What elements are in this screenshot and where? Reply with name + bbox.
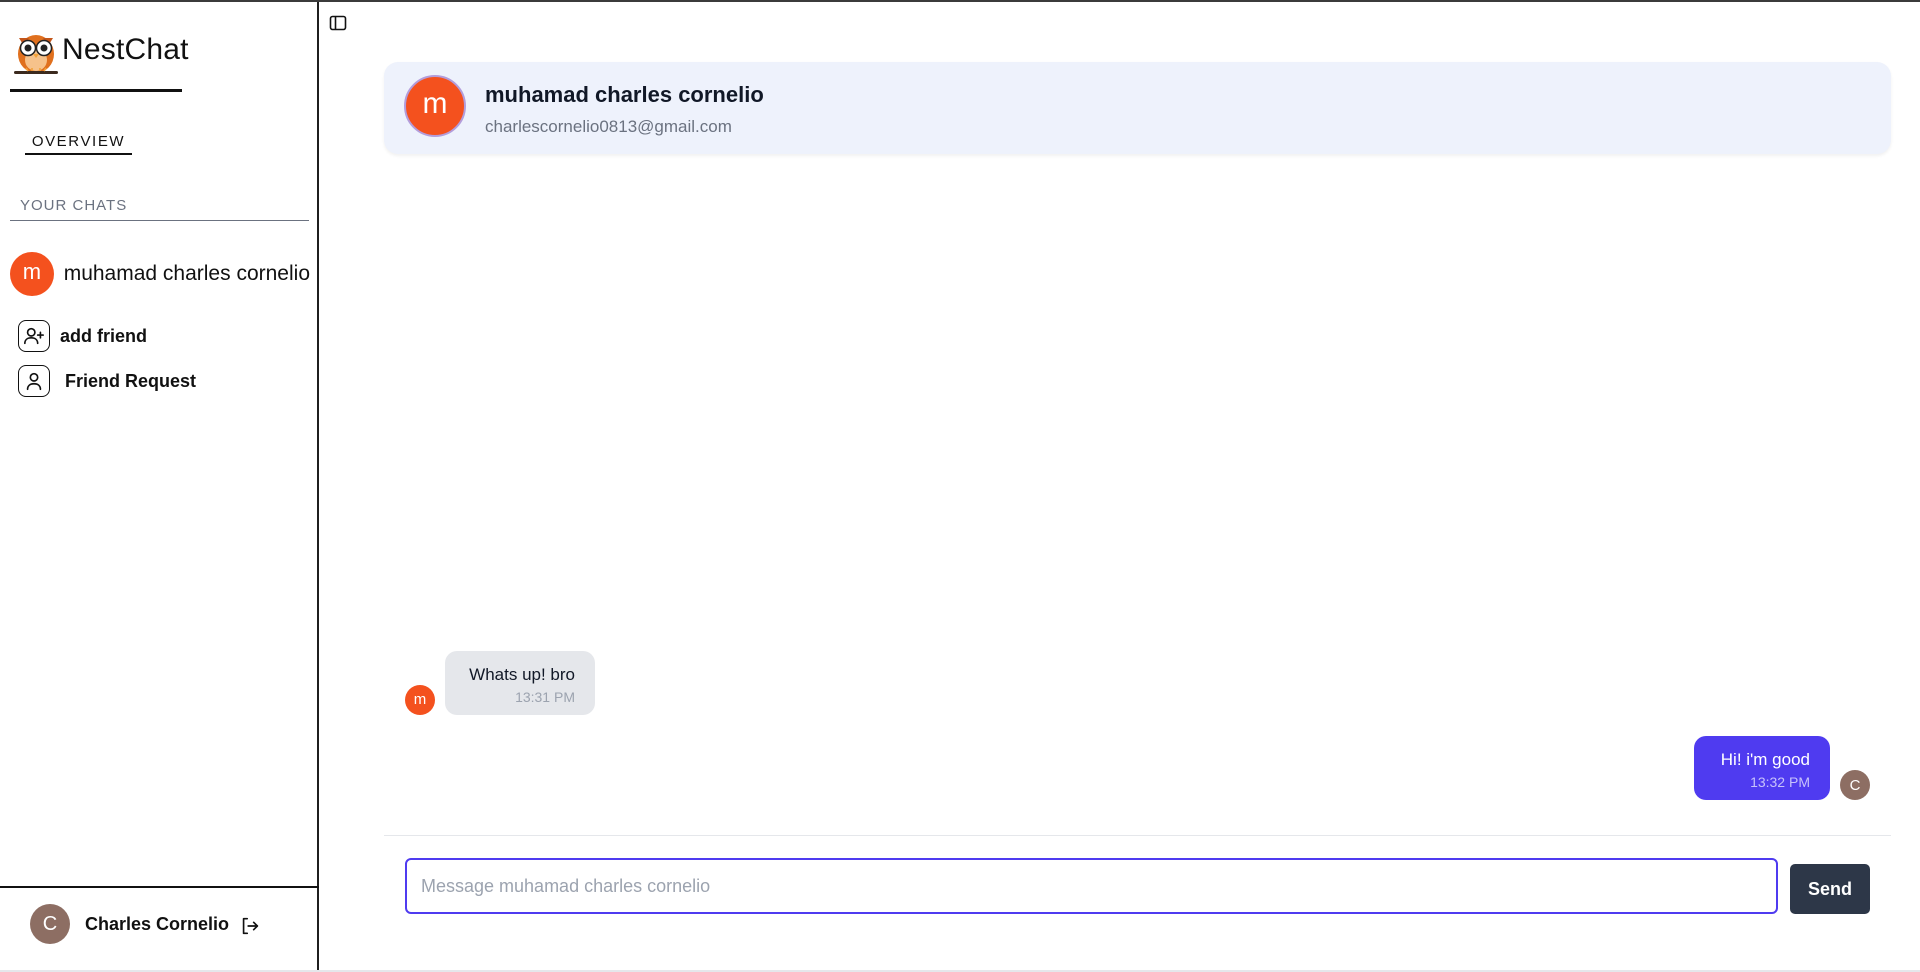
- current-user-name: Charles Cornelio: [85, 913, 230, 934]
- message-incoming: m Whats up! bro 13:31 PM: [405, 651, 595, 715]
- sidebar-toggle-icon: [329, 15, 347, 31]
- current-user-profile: C Charles Cornelio: [30, 904, 229, 944]
- add-friend-link[interactable]: add friend: [18, 320, 147, 352]
- app-window: NestChat OVERVIEW YOUR CHATS m muhamad c…: [0, 0, 1920, 972]
- owl-logo-icon: [14, 35, 58, 74]
- toggle-sidebar-button[interactable]: [326, 11, 350, 35]
- logout-button[interactable]: [231, 907, 269, 945]
- friend-request-link[interactable]: Friend Request: [18, 365, 196, 397]
- user-icon: [18, 365, 50, 397]
- chat-header: m muhamad charles cornelio charlescornel…: [384, 62, 1891, 154]
- chat-partner-name: muhamad charles cornelio: [485, 82, 764, 107]
- avatar: m: [405, 685, 435, 715]
- logout-icon: [242, 917, 259, 935]
- add-friend-label: add friend: [60, 325, 148, 346]
- brand-name: NestChat: [62, 33, 189, 66]
- send-button[interactable]: Send: [1790, 864, 1870, 914]
- composer-divider: [384, 835, 1891, 836]
- friend-request-label: Friend Request: [65, 370, 197, 391]
- brand-underline: [10, 89, 182, 92]
- message-time: 13:32 PM: [1750, 774, 1810, 790]
- your-chats-heading: YOUR CHATS: [20, 197, 128, 214]
- message-text: Hi! i'm good: [1720, 750, 1810, 769]
- brand[interactable]: NestChat: [10, 24, 189, 76]
- overview-link[interactable]: OVERVIEW: [25, 133, 132, 155]
- chat-list-item-name: muhamad charles cornelio: [63, 262, 310, 285]
- message-bubble: Hi! i'm good 13:32 PM: [1694, 736, 1830, 800]
- section-divider: [10, 220, 309, 221]
- user-plus-icon: [18, 320, 50, 352]
- message-bubble: Whats up! bro 13:31 PM: [445, 651, 595, 715]
- message-outgoing: Hi! i'm good 13:32 PM C: [1694, 736, 1870, 800]
- message-time: 13:31 PM: [515, 689, 575, 705]
- avatar: m: [10, 252, 54, 296]
- avatar: m: [404, 75, 466, 137]
- message-text: Whats up! bro: [469, 665, 575, 684]
- avatar: C: [1840, 770, 1870, 800]
- sidebar: NestChat OVERVIEW YOUR CHATS m muhamad c…: [0, 2, 319, 972]
- avatar: C: [30, 904, 70, 944]
- chat-list-item[interactable]: m muhamad charles cornelio: [10, 252, 310, 296]
- footer-divider: [0, 886, 319, 888]
- message-input[interactable]: [405, 858, 1778, 914]
- chat-partner-email: charlescornelio0813@gmail.com: [485, 117, 732, 136]
